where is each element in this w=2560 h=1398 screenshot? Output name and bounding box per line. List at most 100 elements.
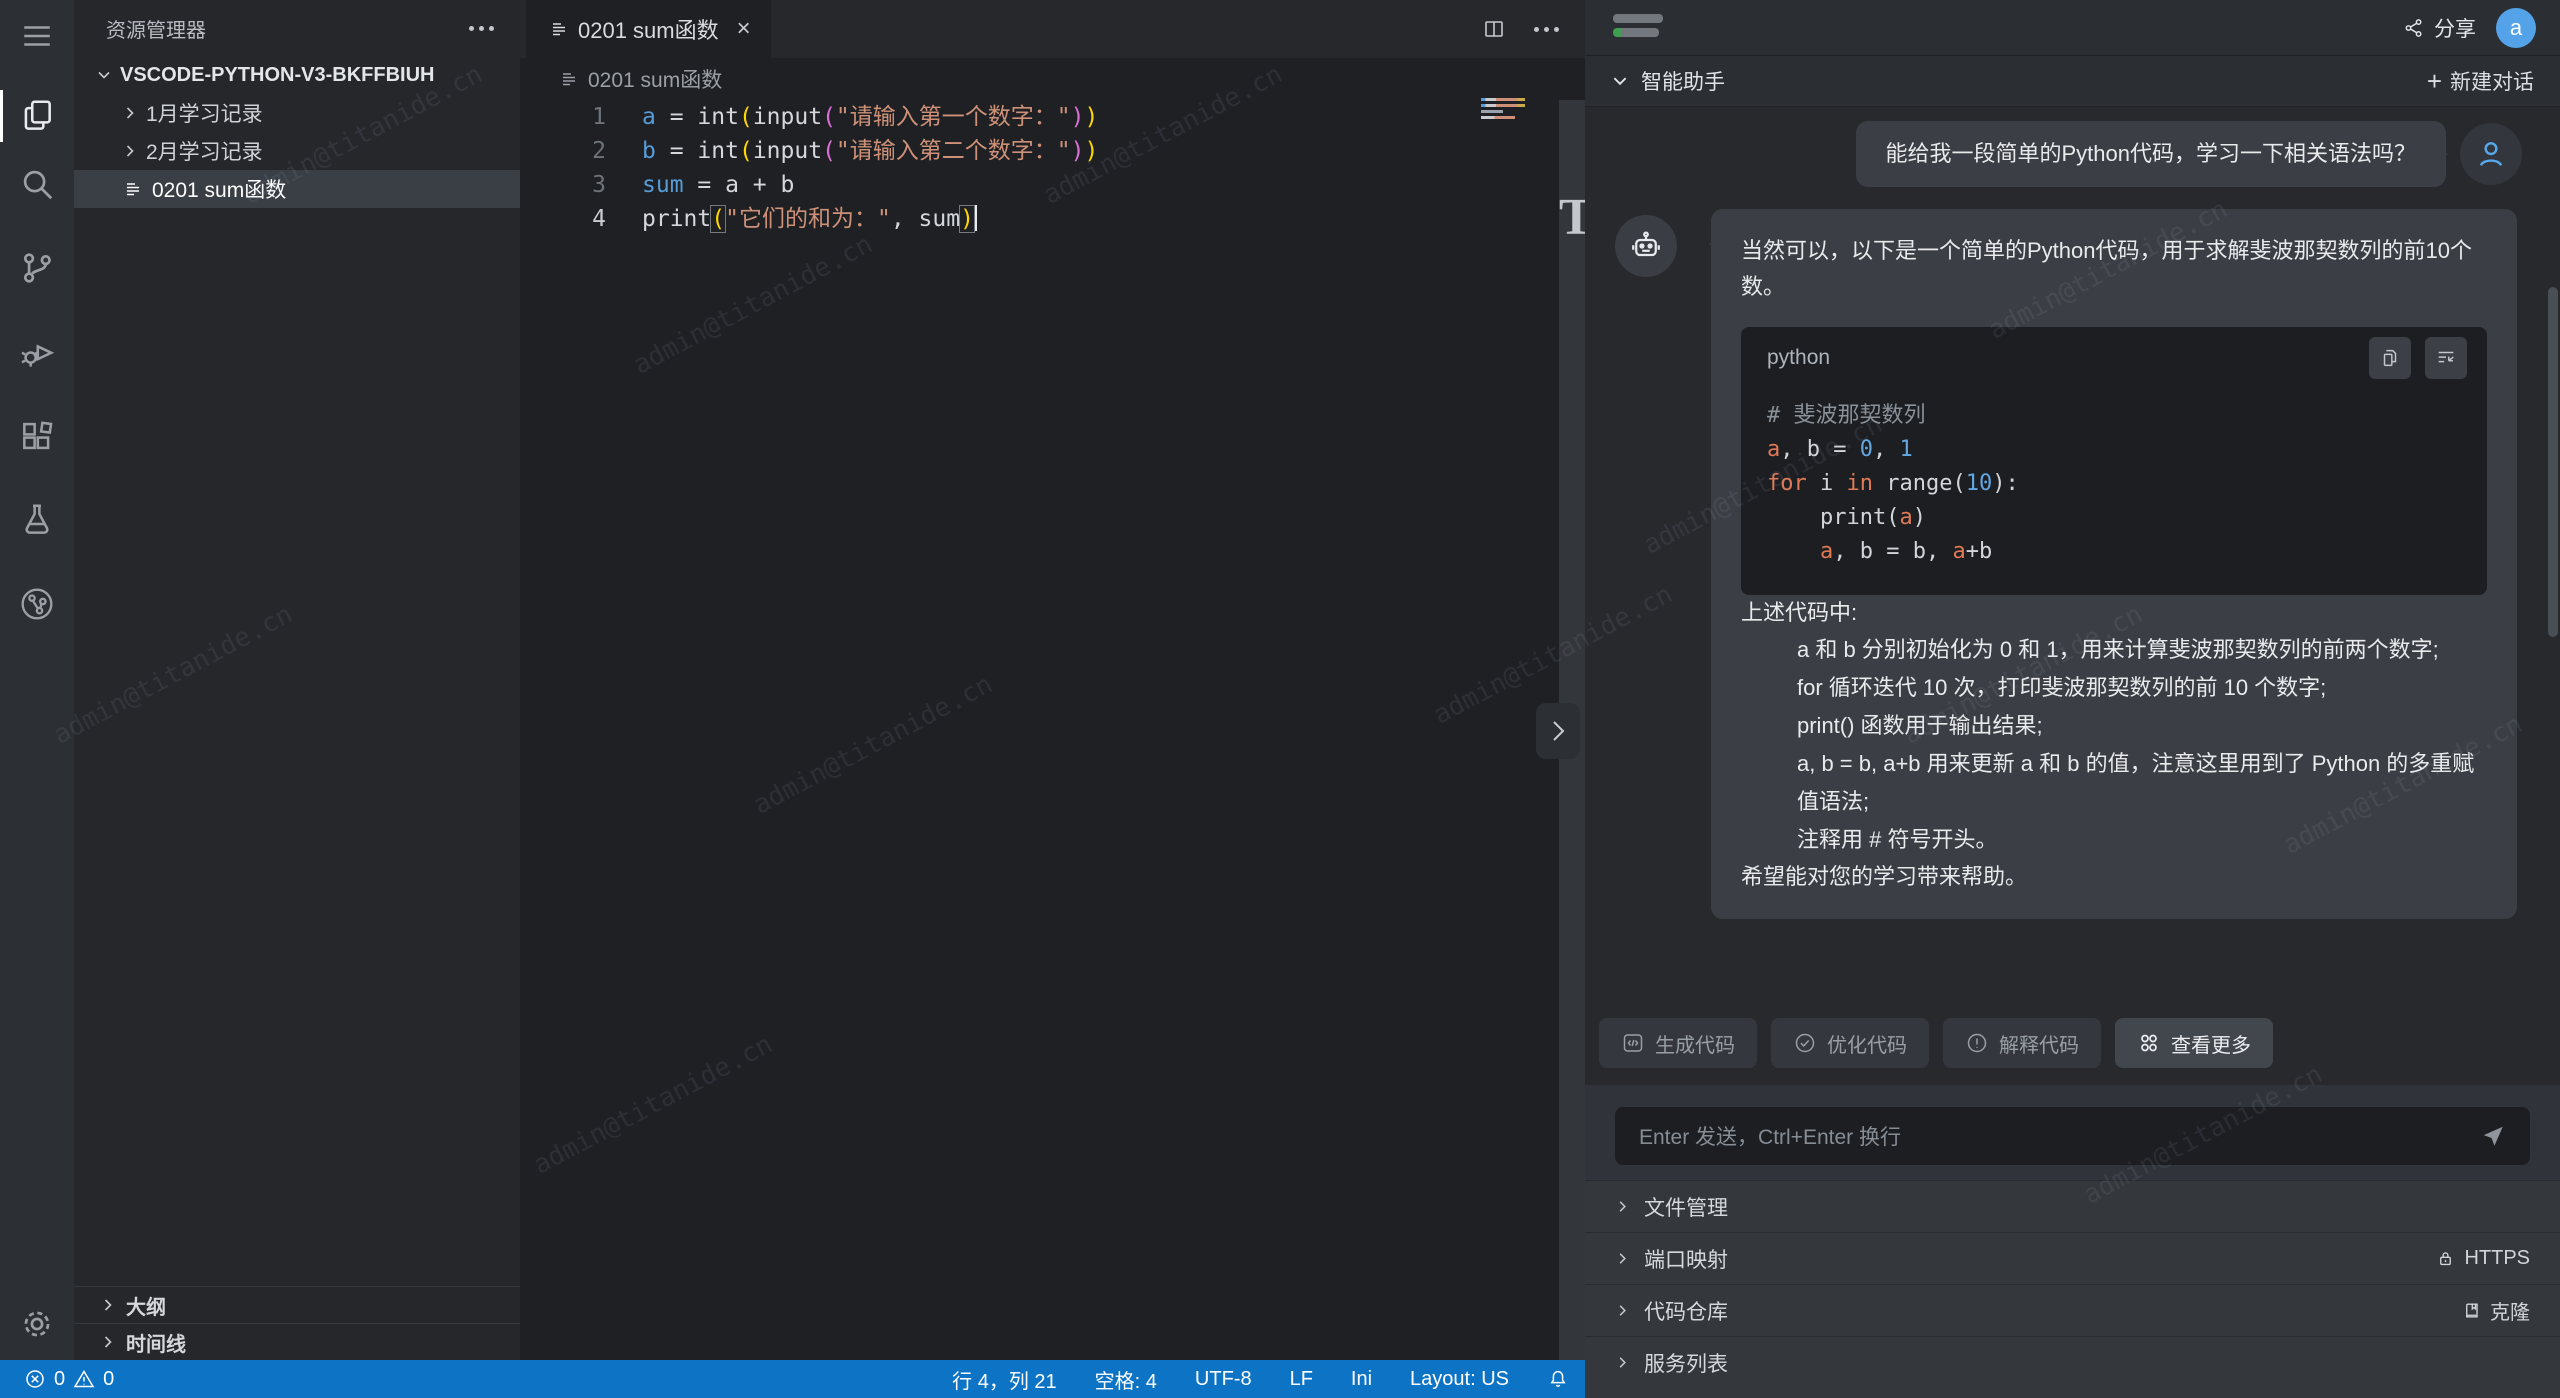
chevron-right-icon	[100, 1297, 116, 1313]
file-icon	[124, 180, 142, 198]
generate-code-button[interactable]: 生成代码	[1599, 1018, 1757, 1068]
chat-code-line: # 斐波那契数列	[1767, 399, 2467, 433]
chevron-down-icon	[96, 67, 112, 83]
new-chat-button[interactable]: + 新建对话	[2427, 66, 2534, 96]
share-button[interactable]: 分享	[2403, 13, 2476, 43]
ide-app: 资源管理器 VSCODE-PYTHON-V3-BKFFBIUH 1月学习记录 2…	[0, 0, 2560, 1398]
editor-tab[interactable]: 0201 sum函数 ×	[526, 0, 771, 58]
check-circle-icon	[1793, 1031, 1817, 1055]
chat-input-zone: Enter 发送，Ctrl+Enter 换行	[1585, 1085, 2560, 1180]
editor-more-icon[interactable]	[1534, 27, 1559, 32]
plus-icon: +	[2427, 71, 2442, 91]
code-line[interactable]: 2b = int(input("请输入第二个数字："))	[520, 134, 1559, 168]
tree-file-selected[interactable]: 0201 sum函数	[74, 170, 520, 208]
explain-code-button[interactable]: 解释代码	[1943, 1018, 2101, 1068]
code-editor[interactable]: 1a = int(input("请输入第一个数字："))2b = int(inp…	[520, 100, 1559, 1360]
cursor-position-status[interactable]: 行 4，列 21	[952, 1365, 1056, 1394]
optimize-code-button[interactable]: 优化代码	[1771, 1018, 1929, 1068]
menu-icon[interactable]	[0, 4, 74, 68]
outline-section[interactable]: 大纲	[74, 1286, 520, 1323]
assistant-panel: 分享 a 智能助手 + 新建对话 能给我一段简单的Python代码，学习一下相关…	[1585, 0, 2560, 1398]
user-message-row: 能给我一段简单的Python代码，学习一下相关语法吗？	[1585, 121, 2522, 187]
code-line[interactable]: 4print("它们的和为：", sum)	[520, 202, 1559, 236]
remote-run-icon[interactable]	[0, 572, 74, 636]
assistant-header: 智能助手 + 新建对话	[1585, 56, 2560, 107]
tree-root-folder[interactable]: VSCODE-PYTHON-V3-BKFFBIUH	[74, 56, 520, 94]
chevron-right-icon	[122, 105, 138, 121]
person-icon	[2475, 138, 2507, 170]
chevron-right-icon	[1615, 1303, 1630, 1318]
keyboard-layout-status[interactable]: Layout: US	[1410, 1368, 1509, 1391]
chat-area: 能给我一段简单的Python代码，学习一下相关语法吗？ 当然可以，以下是一个简单…	[1585, 107, 2560, 1085]
tree-folder-feb[interactable]: 2月学习记录	[74, 132, 520, 170]
panel-top-bar: 分享 a	[1585, 0, 2560, 56]
watermark-mark: T	[1559, 188, 1585, 247]
section-file-management[interactable]: 文件管理	[1585, 1180, 2560, 1232]
settings-gear-icon[interactable]	[0, 1292, 74, 1356]
panel-expand-button[interactable]	[1536, 703, 1580, 759]
code-line[interactable]: 3sum = a + b	[520, 168, 1559, 202]
panel-grip-icon[interactable]	[1613, 14, 1663, 42]
robot-icon	[1628, 228, 1664, 264]
code-icon	[1621, 1031, 1645, 1055]
file-tree: VSCODE-PYTHON-V3-BKFFBIUH 1月学习记录 2月学习记录 …	[74, 56, 520, 208]
chevron-right-icon	[1615, 1355, 1630, 1370]
extensions-icon[interactable]	[0, 404, 74, 468]
panel-sections: 文件管理 端口映射 HTTPS 代码仓库 克隆 服务列表	[1585, 1180, 2560, 1398]
chat-input[interactable]: Enter 发送，Ctrl+Enter 换行	[1615, 1107, 2530, 1165]
user-message-avatar	[2460, 123, 2522, 185]
lock-icon	[2436, 1249, 2455, 1268]
view-more-button[interactable]: 查看更多	[2115, 1018, 2273, 1068]
section-port-mapping[interactable]: 端口映射 HTTPS	[1585, 1232, 2560, 1284]
source-control-icon[interactable]	[0, 236, 74, 300]
insert-code-button[interactable]	[2425, 337, 2467, 379]
code-line[interactable]: 1a = int(input("请输入第一个数字："))	[520, 100, 1559, 134]
problems-status[interactable]: 0 0	[24, 1368, 114, 1391]
minimap	[1481, 98, 1529, 122]
explanation-title: 上述代码中:	[1741, 595, 2487, 631]
send-icon[interactable]	[2480, 1123, 2506, 1149]
eol-status[interactable]: LF	[1290, 1368, 1313, 1391]
account-avatar[interactable]: a	[2496, 8, 2536, 48]
panel-scrollbar[interactable]	[2548, 287, 2558, 637]
encoding-status[interactable]: UTF-8	[1195, 1368, 1252, 1391]
copy-icon	[2379, 347, 2401, 369]
copy-code-button[interactable]	[2369, 337, 2411, 379]
indentation-status[interactable]: 空格: 4	[1095, 1365, 1157, 1394]
chevron-right-icon	[1615, 1199, 1630, 1214]
explorer-more-icon[interactable]	[469, 26, 494, 31]
run-debug-icon[interactable]	[0, 320, 74, 384]
timeline-section[interactable]: 时间线	[74, 1323, 520, 1360]
search-icon[interactable]	[0, 152, 74, 216]
repo-clone-icon	[2462, 1301, 2481, 1320]
activity-bar	[0, 0, 74, 1360]
chat-code-lines: # 斐波那契数列a, b = 0, 1for i in range(10): p…	[1741, 389, 2487, 595]
editor-tab-bar: 0201 sum函数 ×	[520, 0, 1585, 58]
chat-code-line: for i in range(10):	[1767, 467, 2467, 501]
file-icon	[560, 70, 578, 88]
assistant-collapse-toggle[interactable]: 智能助手	[1611, 66, 1725, 96]
explorer-icon[interactable]	[0, 84, 74, 148]
notifications-bell-icon[interactable]	[1547, 1368, 1569, 1390]
assistant-message-row: 当然可以，以下是一个简单的Python代码，用于求解斐波那契数列的前10个数。 …	[1585, 209, 2560, 919]
status-bar: 0 0 行 4，列 21 空格: 4 UTF-8 LF Ini Layout: …	[0, 1360, 1585, 1398]
split-editor-icon[interactable]	[1482, 17, 1506, 41]
clone-action[interactable]: 克隆	[2462, 1296, 2530, 1325]
sidebar-bottom-sections: 大纲 时间线	[74, 1286, 520, 1360]
editor-area: 0201 sum函数 × 0201 sum函数 1a = int(input("…	[520, 0, 1585, 1360]
https-action[interactable]: HTTPS	[2436, 1247, 2530, 1270]
closing-text: 希望能对您的学习带来帮助。	[1741, 859, 2487, 895]
quick-actions: 生成代码 优化代码 解释代码 查看更多	[1599, 1018, 2273, 1068]
explanation-list: a 和 b 分别初始化为 0 和 1，用来计算斐波那契数列的前两个数字;for …	[1741, 631, 2487, 859]
section-code-repo[interactable]: 代码仓库 克隆	[1585, 1284, 2560, 1336]
breadcrumb[interactable]: 0201 sum函数	[520, 58, 722, 100]
assistant-avatar	[1615, 215, 1677, 277]
language-mode-status[interactable]: Ini	[1351, 1368, 1372, 1391]
tree-folder-jan[interactable]: 1月学习记录	[74, 94, 520, 132]
error-icon	[24, 1368, 46, 1390]
testing-flask-icon[interactable]	[0, 488, 74, 552]
text-cursor	[975, 205, 977, 231]
explanation-item: a 和 b 分别初始化为 0 和 1，用来计算斐波那契数列的前两个数字;	[1741, 631, 2487, 669]
tab-close-icon[interactable]: ×	[737, 15, 751, 43]
section-service-list[interactable]: 服务列表	[1585, 1336, 2560, 1388]
